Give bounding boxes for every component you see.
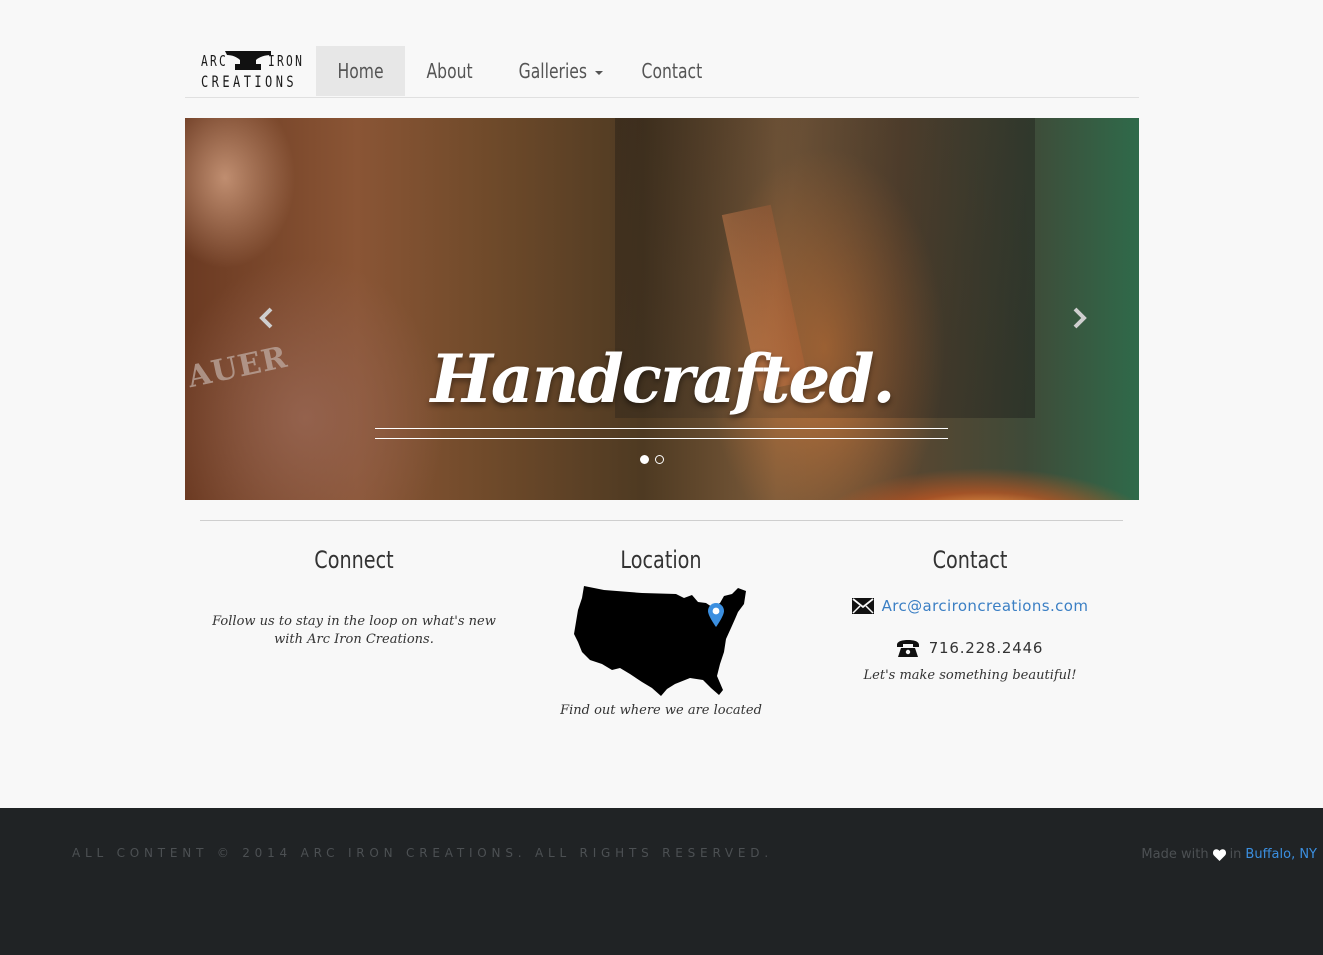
brand-word-arc: ARC [201,52,229,70]
contact-email-link[interactable]: Arc@arcironcreations.com [882,597,1089,615]
copyright-text: All content © 2014 Arc Iron Creations. A… [72,846,773,860]
connect-text: Follow us to stay in the loop on what's … [204,613,504,649]
contact-email-row: Arc@arcironcreations.com [820,591,1120,621]
made-with-credit: Made with in Buffalo, NY [1141,847,1317,862]
envelope-icon [851,598,874,614]
carousel-indicators [640,455,664,464]
hero-caption-rule [375,438,948,439]
us-map-link[interactable] [511,586,811,702]
hero-caption-rule [375,428,948,429]
hero-photo-blacksmith [185,118,445,500]
nav-about[interactable]: About [405,46,494,96]
location-heading: Location [620,546,702,574]
anvil-icon [225,51,271,70]
site-footer: All content © 2014 Arc Iron Creations. A… [0,808,1323,955]
contact-phone-row: 716.228.2446 [820,633,1120,663]
buffalo-link[interactable]: Buffalo, NY [1245,847,1317,862]
brand-word-creations: CREATIONS [201,72,298,91]
carousel-indicator[interactable] [655,455,664,464]
nav-contact-label: Contact [641,59,703,83]
chevron-down-icon [594,70,603,75]
section-divider [200,520,1123,521]
location-section: Location Find out where we are located [511,544,811,720]
nav-home[interactable]: Home [316,46,406,96]
navbar: ARC IRON CREATIONS Home About Galleries … [185,45,1139,98]
phone-icon [896,639,919,657]
nav-galleries[interactable]: Galleries [494,46,618,96]
hero-caption: Handcrafted. [430,340,896,418]
chevron-right-icon [1073,307,1087,329]
contact-section: Contact Arc@arcironcreations.com 716.228… [820,544,1120,685]
made-with-text: Made with [1141,847,1209,862]
main-nav: Home About Galleries Contact [316,46,726,96]
connect-text-line: Follow us to stay in the loop on what's … [212,614,496,629]
nav-home-label: Home [337,59,384,83]
contact-tagline: Let's make something beautiful! [863,668,1077,683]
nav-about-label: About [426,59,473,83]
brand-logo[interactable]: ARC IRON CREATIONS [200,49,302,93]
location-caption: Find out where we are located [560,703,762,718]
hero-carousel: AUER Handcrafted. [185,118,1139,500]
connect-section: Connect Follow us to stay in the loop on… [204,544,504,649]
connect-heading: Connect [314,546,394,574]
heart-icon [1212,848,1226,861]
made-in-text: in [1229,847,1242,862]
brand-word-iron: IRON [268,52,305,70]
chevron-left-icon [259,307,273,329]
carousel-prev-button[interactable] [257,306,277,330]
carousel-indicator[interactable] [640,455,649,464]
nav-galleries-label: Galleries [518,59,588,83]
map-pin-icon [708,603,724,627]
nav-contact[interactable]: Contact [618,46,726,96]
contact-phone: 716.228.2446 [928,639,1044,657]
connect-text-line: with Arc Iron Creations. [274,632,434,647]
contact-heading: Contact [932,546,1008,574]
carousel-next-button[interactable] [1069,306,1089,330]
